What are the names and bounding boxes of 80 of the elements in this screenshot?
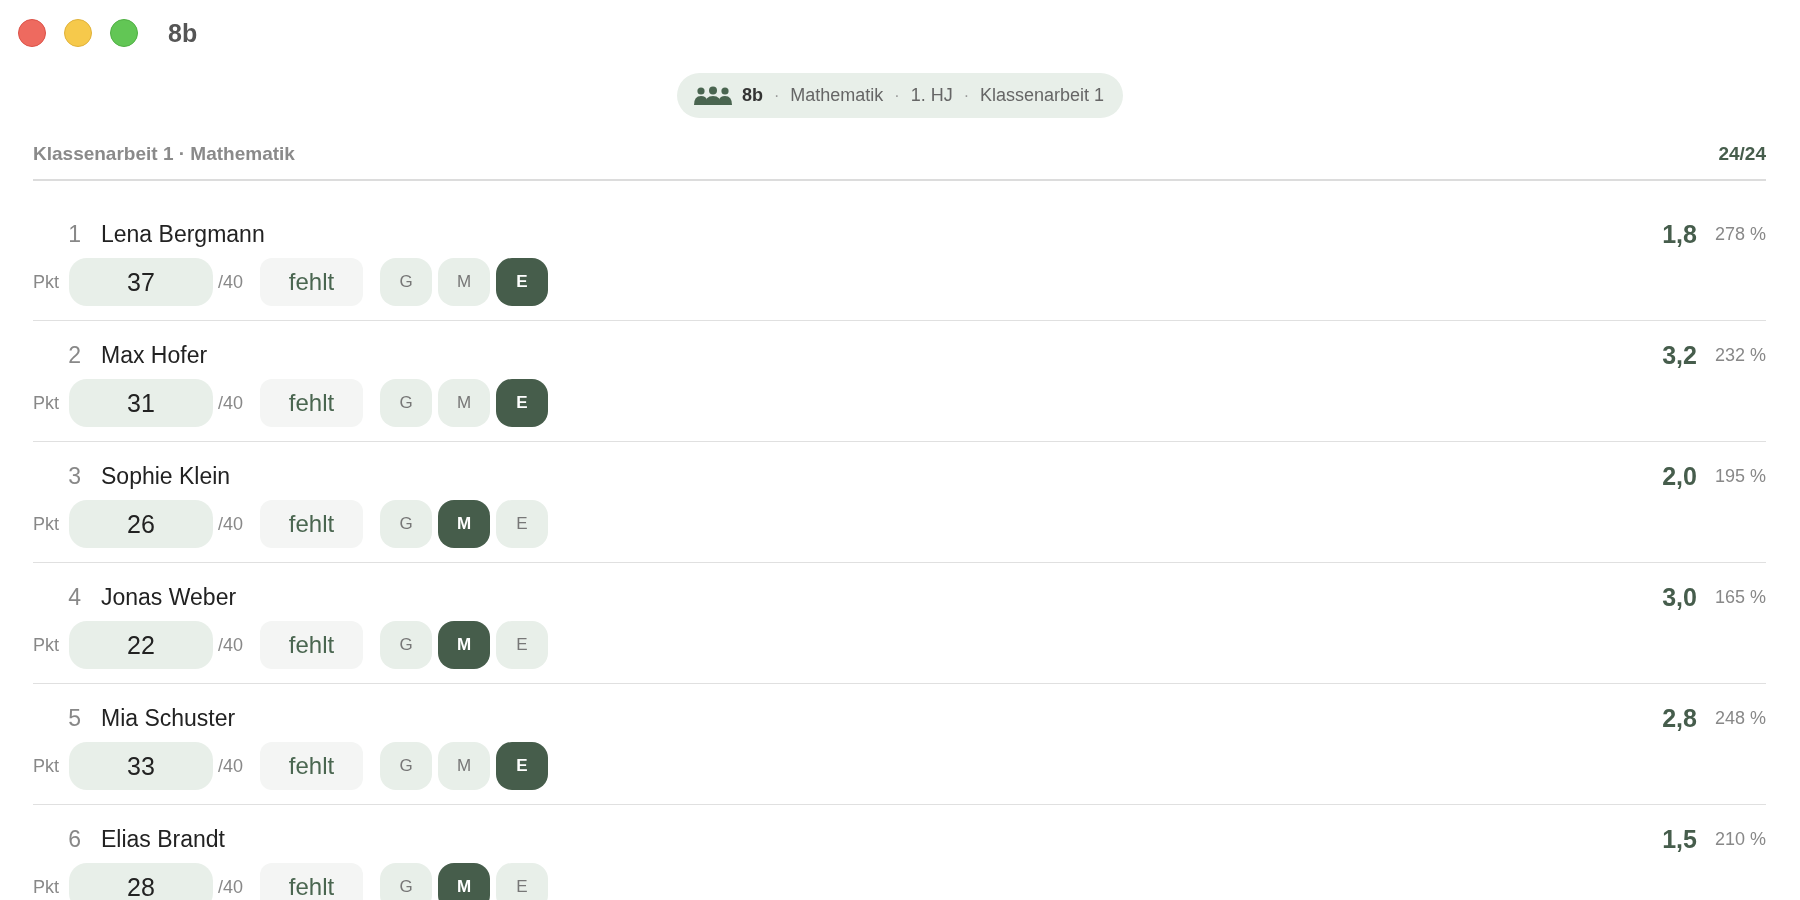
window-minimize-button[interactable] bbox=[64, 19, 92, 47]
row-number: 5 bbox=[67, 704, 81, 732]
points-field[interactable]: 33 bbox=[69, 742, 213, 790]
student-count: 24/24 bbox=[1718, 142, 1766, 166]
row-number: 6 bbox=[67, 825, 81, 853]
max-points: /40 bbox=[218, 755, 244, 777]
level-button[interactable]: E bbox=[496, 742, 549, 790]
row-number: 4 bbox=[67, 583, 81, 611]
level-button[interactable]: M bbox=[438, 621, 491, 669]
absent-button[interactable]: fehlt bbox=[260, 258, 364, 306]
points-field[interactable]: 31 bbox=[69, 379, 213, 427]
student-name: Mia Schuster bbox=[101, 704, 236, 732]
student-name: Sophie Klein bbox=[101, 462, 231, 490]
points-label: Pkt bbox=[33, 876, 60, 898]
grade: 3,2 bbox=[1662, 340, 1697, 370]
level-button[interactable]: M bbox=[438, 500, 491, 548]
level-button[interactable]: M bbox=[438, 258, 491, 306]
absent-button[interactable]: fehlt bbox=[260, 500, 364, 548]
points-label: Pkt bbox=[33, 513, 60, 535]
level-button[interactable]: M bbox=[438, 742, 491, 790]
student-name: Lena Bergmann bbox=[101, 220, 265, 248]
level-button[interactable]: G bbox=[380, 379, 433, 427]
points-label: Pkt bbox=[33, 271, 60, 293]
breadcrumb-item: Klassenarbeit 1 bbox=[980, 85, 1105, 106]
max-points: /40 bbox=[218, 392, 244, 414]
level-button[interactable]: M bbox=[438, 379, 491, 427]
absent-button[interactable]: fehlt bbox=[260, 379, 364, 427]
grade: 1,5 bbox=[1662, 824, 1697, 854]
breadcrumb-separator: · bbox=[963, 86, 969, 105]
window-zoom-button[interactable] bbox=[110, 19, 138, 47]
breadcrumb-class: 8b bbox=[741, 85, 763, 106]
percentage: 232 % bbox=[1714, 344, 1766, 366]
level-button[interactable]: G bbox=[380, 258, 433, 306]
level-button[interactable]: M bbox=[438, 863, 491, 900]
points-field[interactable]: 22 bbox=[69, 621, 213, 669]
row-number: 1 bbox=[67, 220, 81, 248]
exam-title: Klassenarbeit 1 · Mathematik bbox=[33, 142, 295, 166]
level-button[interactable]: E bbox=[496, 379, 549, 427]
points-label: Pkt bbox=[33, 392, 60, 414]
student-name: Elias Brandt bbox=[101, 825, 225, 853]
points-field[interactable]: 26 bbox=[69, 500, 213, 548]
points-field[interactable]: 37 bbox=[69, 258, 213, 306]
absent-button[interactable]: fehlt bbox=[260, 621, 364, 669]
level-button[interactable]: E bbox=[496, 863, 549, 900]
grade: 1,8 bbox=[1662, 219, 1697, 249]
level-button[interactable]: G bbox=[380, 863, 433, 900]
row-number: 2 bbox=[67, 341, 81, 369]
percentage: 210 % bbox=[1714, 828, 1766, 850]
level-button[interactable]: G bbox=[380, 500, 433, 548]
student-name: Jonas Weber bbox=[101, 583, 237, 611]
points-field[interactable]: 28 bbox=[69, 863, 213, 900]
percentage: 165 % bbox=[1714, 586, 1766, 608]
breadcrumb-separator: · bbox=[894, 86, 900, 105]
max-points: /40 bbox=[218, 876, 244, 898]
max-points: /40 bbox=[218, 513, 244, 535]
window-title: 8b bbox=[168, 18, 198, 48]
breadcrumb-item: 1. HJ bbox=[910, 85, 953, 106]
level-button[interactable]: G bbox=[380, 742, 433, 790]
percentage: 278 % bbox=[1714, 223, 1766, 245]
max-points: /40 bbox=[218, 271, 244, 293]
student-name: Max Hofer bbox=[101, 341, 208, 369]
percentage: 195 % bbox=[1714, 465, 1766, 487]
percentage: 248 % bbox=[1714, 707, 1766, 729]
breadcrumb-separator: · bbox=[773, 86, 780, 105]
level-button[interactable]: E bbox=[496, 621, 549, 669]
level-button[interactable]: E bbox=[496, 500, 549, 548]
absent-button[interactable]: fehlt bbox=[260, 742, 364, 790]
people-icon bbox=[693, 85, 732, 106]
points-label: Pkt bbox=[33, 755, 60, 777]
absent-button[interactable]: fehlt bbox=[260, 863, 364, 900]
breadcrumb-item: Mathematik bbox=[790, 85, 884, 106]
max-points: /40 bbox=[218, 634, 244, 656]
grade: 2,8 bbox=[1662, 703, 1697, 733]
level-button[interactable]: G bbox=[380, 621, 433, 669]
window-close-button[interactable] bbox=[18, 19, 46, 47]
level-button[interactable]: E bbox=[496, 258, 549, 306]
points-label: Pkt bbox=[33, 634, 60, 656]
grade: 3,0 bbox=[1662, 582, 1697, 612]
grade: 2,0 bbox=[1662, 461, 1697, 491]
row-number: 3 bbox=[67, 462, 81, 490]
